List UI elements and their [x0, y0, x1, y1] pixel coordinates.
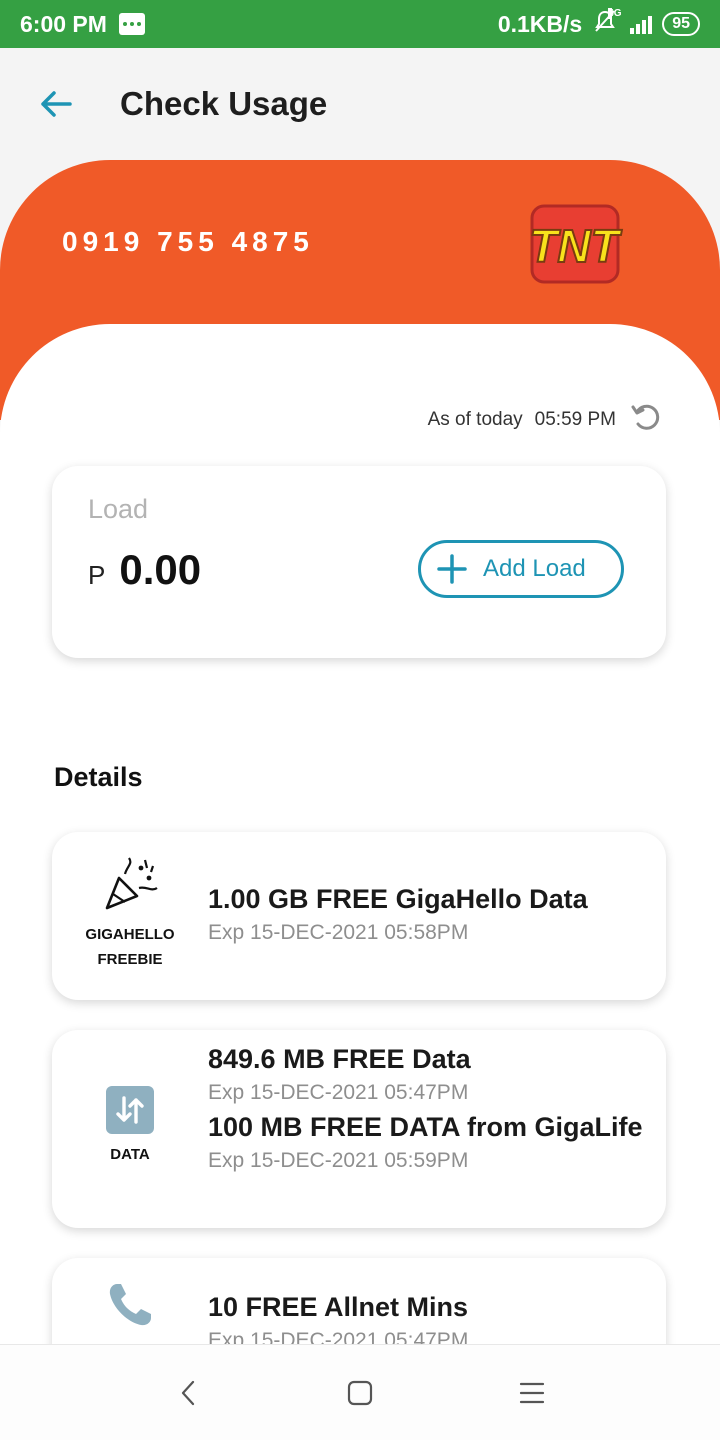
card-icon-label: DATA — [110, 1146, 150, 1163]
usage-item-title: 10 FREE Allnet Mins — [208, 1292, 469, 1322]
svg-text:TNT: TNT — [529, 220, 622, 272]
card-icon-column: GIGAHELLO FREEBIE — [52, 856, 208, 972]
data-transfer-icon — [106, 1086, 154, 1134]
card-entries: 849.6 MB FREE Data Exp 15-DEC-2021 05:47… — [208, 1040, 646, 1176]
load-amount: 0.00 — [119, 546, 202, 593]
card-icon-label: GIGAHELLO FREEBIE — [85, 926, 175, 968]
square-home-icon — [347, 1380, 373, 1405]
arrow-left-icon — [41, 91, 72, 117]
back-button[interactable] — [26, 74, 86, 134]
phone-icon — [109, 1284, 151, 1326]
usage-item-title: 849.6 MB FREE Data — [208, 1044, 471, 1074]
usage-item-title: 1.00 GB FREE GigaHello Data — [208, 884, 588, 914]
load-balance-card: Load P 0.00 Add Load — [52, 466, 666, 658]
status-bar: 6:00 PM 0.1KB/s 4G 95 — [0, 0, 720, 48]
message-notification-icon — [118, 13, 145, 35]
as-of-time: 05:59 PM — [534, 409, 616, 430]
signal-strength-icon: 4G — [608, 8, 653, 34]
battery-indicator: 95 — [662, 12, 700, 36]
network-speed: 0.1KB/s — [497, 10, 583, 37]
nav-menu-button[interactable] — [507, 1368, 557, 1418]
tnt-logo: TNT — [528, 204, 624, 284]
status-time: 6:00 PM — [20, 10, 107, 37]
usage-item-expiry: Exp 15-DEC-2021 05:47PM — [208, 1081, 469, 1104]
app-header: Check Usage — [0, 48, 720, 160]
phone-number: 0919 755 4875 — [62, 226, 314, 257]
nav-back-button[interactable] — [163, 1368, 213, 1418]
page-title: Check Usage — [120, 85, 328, 122]
nav-home-button[interactable] — [335, 1368, 385, 1418]
party-popper-icon — [105, 857, 158, 910]
details-heading: Details — [54, 762, 143, 792]
system-nav-bar — [0, 1344, 720, 1440]
network-type: 4G — [608, 8, 622, 19]
add-load-label: Add Load — [483, 555, 586, 582]
card-entries: 1.00 GB FREE GigaHello Data Exp 15-DEC-2… — [208, 880, 646, 948]
card-icon-column: DATA — [52, 1086, 208, 1167]
currency-symbol: P — [88, 560, 106, 590]
usage-item-title: 100 MB FREE DATA from GigaLife — [208, 1112, 643, 1142]
usage-item-expiry: Exp 15-DEC-2021 05:59PM — [208, 1149, 469, 1172]
usage-item-expiry: Exp 15-DEC-2021 05:58PM — [208, 921, 469, 944]
as-of-timestamp: As of today 05:59 PM — [428, 400, 664, 440]
load-label: Load — [88, 494, 149, 524]
usage-card-gigahello[interactable]: GIGAHELLO FREEBIE 1.00 GB FREE GigaHello… — [52, 832, 666, 1000]
usage-content: As of today 05:59 PM Load P 0.00 Add Loa… — [0, 324, 720, 1378]
card-icon-column — [52, 1280, 208, 1330]
refresh-icon[interactable] — [630, 400, 664, 440]
usage-card-data[interactable]: DATA 849.6 MB FREE Data Exp 15-DEC-2021 … — [52, 1030, 666, 1228]
add-load-button[interactable]: Add Load — [418, 540, 624, 598]
plus-icon — [437, 554, 467, 584]
load-balance: P 0.00 — [88, 546, 201, 594]
chevron-left-icon — [181, 1380, 195, 1405]
hamburger-menu-icon — [519, 1382, 545, 1403]
as-of-label: As of today — [427, 409, 523, 430]
